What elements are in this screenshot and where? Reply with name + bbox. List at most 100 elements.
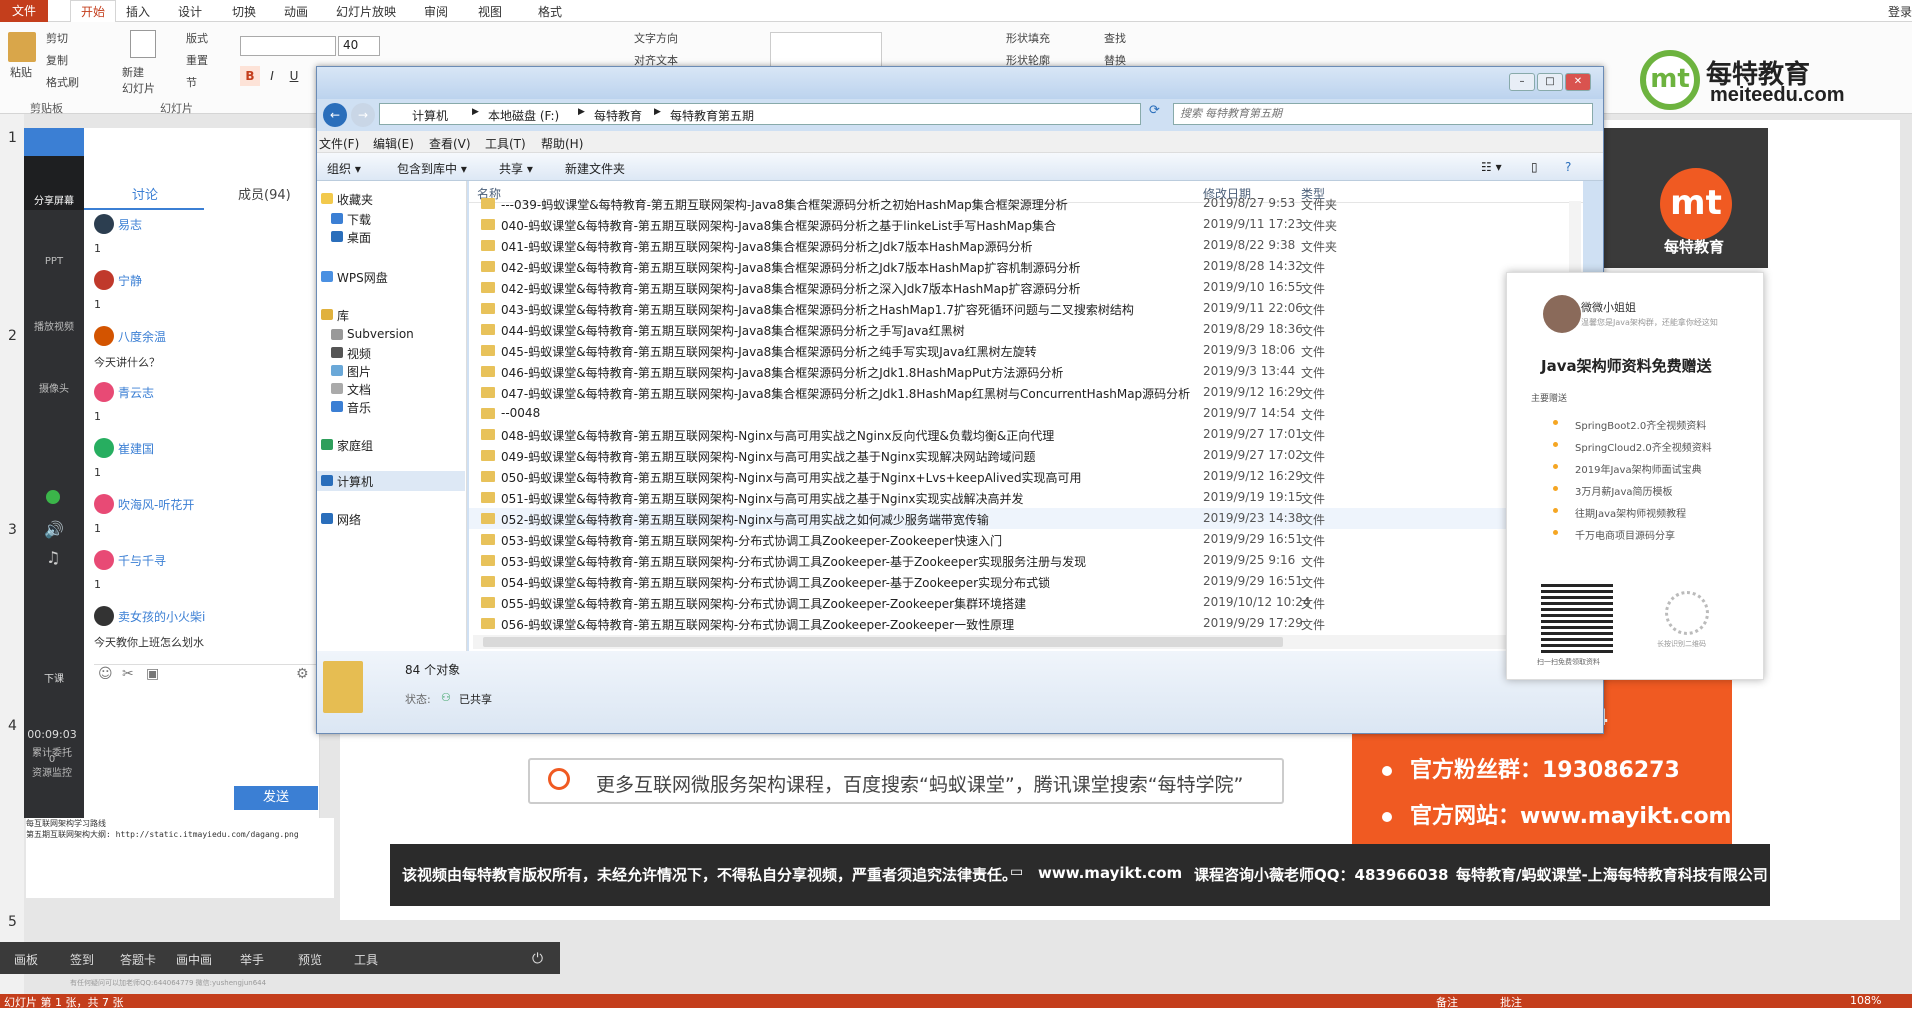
resource-monitor[interactable]: 资源监控 — [26, 764, 78, 779]
login-link[interactable]: 登录 — [1888, 3, 1912, 20]
scroll-thumb[interactable] — [483, 637, 1283, 647]
italic-button[interactable]: I — [262, 66, 282, 86]
sidebar-label[interactable]: 播放视频 — [28, 318, 80, 333]
new-slide-button[interactable]: 新建 幻灯片 — [122, 64, 155, 96]
breadcrumb-item[interactable]: 计算机 — [412, 107, 448, 124]
font-size-select[interactable]: 40 — [338, 36, 380, 56]
message-author[interactable]: 卖女孩的小火柴i — [118, 608, 205, 625]
speaker-icon[interactable]: 🔊 — [44, 520, 64, 539]
font-name-select[interactable] — [240, 36, 336, 56]
image-icon[interactable]: ▣ — [146, 666, 159, 682]
underline-button[interactable]: U — [284, 66, 304, 86]
nav-music[interactable]: 音乐 — [347, 399, 371, 416]
breadcrumb-item[interactable]: 每特教育第五期 — [670, 107, 754, 124]
nav-computer[interactable]: 计算机 — [337, 473, 373, 490]
tab-format[interactable]: 格式 — [538, 3, 562, 20]
zoom-level[interactable]: 108% — [1850, 994, 1881, 1007]
nav-library[interactable]: 库 — [337, 307, 349, 324]
view-options-icon[interactable]: ☷ ▾ — [1481, 160, 1502, 174]
bold-button[interactable]: B — [240, 66, 260, 86]
minimize-button[interactable]: – — [1509, 73, 1535, 91]
nav-subversion[interactable]: Subversion — [347, 327, 414, 341]
fingerprint-icon[interactable] — [1665, 591, 1709, 635]
paste-icon[interactable] — [8, 32, 36, 62]
nav-download[interactable]: 下载 — [347, 211, 371, 228]
file-row[interactable]: 041-蚂蚁课堂&每特教育-第五期互联网架构-Java8集合框架源码分析之Jdk… — [469, 235, 1583, 256]
file-row[interactable]: 056-蚂蚁课堂&每特教育-第五期互联网架构-分布式协调工具Zookeeper-… — [469, 613, 1583, 634]
tab-home[interactable]: 开始 — [70, 0, 117, 23]
menu-help[interactable]: 帮助(H) — [541, 135, 583, 152]
tab-transitions[interactable]: 切换 — [232, 3, 256, 20]
tab-members[interactable]: 成员(94) — [238, 184, 291, 203]
forward-icon[interactable]: → — [351, 103, 375, 127]
help-icon[interactable]: ? — [1565, 160, 1571, 174]
power-icon[interactable]: ⏻ — [532, 951, 543, 967]
file-row[interactable]: 052-蚂蚁课堂&每特教育-第五期互联网架构-Nginx与高可用实战之如何减少服… — [469, 508, 1583, 529]
tab-review[interactable]: 审阅 — [424, 3, 448, 20]
new-slide-icon[interactable] — [130, 30, 156, 58]
raise-hand-button[interactable]: 举手 — [240, 951, 264, 968]
text-direction-button[interactable]: 文字方向 — [634, 30, 678, 46]
tab-design[interactable]: 设计 — [178, 3, 202, 20]
file-row[interactable]: 053-蚂蚁课堂&每特教育-第五期互联网架构-分布式协调工具Zookeeper-… — [469, 529, 1583, 550]
file-row[interactable]: 042-蚂蚁课堂&每特教育-第五期互联网架构-Java8集合框架源码分析之深入J… — [469, 277, 1583, 298]
menu-view[interactable]: 查看(V) — [429, 135, 471, 152]
file-row[interactable]: 051-蚂蚁课堂&每特教育-第五期互联网架构-Nginx与高可用实战之基于Ngi… — [469, 487, 1583, 508]
reset-button[interactable]: 重置 — [186, 52, 208, 68]
pip-button[interactable]: 画中画 — [176, 951, 212, 968]
preview-button[interactable]: 预览 — [298, 951, 322, 968]
end-class-button[interactable]: 下课 — [28, 670, 80, 685]
file-row[interactable]: 045-蚂蚁课堂&每特教育-第五期互联网架构-Java8集合框架源码分析之纯手写… — [469, 340, 1583, 361]
microphone-icon[interactable] — [46, 490, 60, 504]
chat-input[interactable] — [94, 690, 318, 780]
file-row[interactable]: 050-蚂蚁课堂&每特教育-第五期互联网架构-Nginx与高可用实战之基于Ngi… — [469, 466, 1583, 487]
slide-number[interactable]: 4 — [8, 718, 17, 734]
preview-pane-icon[interactable]: ▯ — [1531, 160, 1538, 174]
copy-button[interactable]: 复制 — [46, 52, 68, 68]
whiteboard-button[interactable]: 画板 — [14, 951, 38, 968]
refresh-icon[interactable]: ⟳ — [1149, 103, 1167, 125]
tab-animations[interactable]: 动画 — [284, 3, 308, 20]
music-icon[interactable]: ♫ — [46, 548, 60, 567]
settings-icon[interactable]: ⚙ — [296, 666, 309, 682]
message-author[interactable]: 青云志 — [118, 384, 154, 401]
share-button[interactable]: 共享 ▾ — [499, 160, 533, 177]
address-bar[interactable]: 计算机 ▶ 本地磁盘 (F:) ▶ 每特教育 ▶ 每特教育第五期 — [379, 103, 1141, 125]
tab-slideshow[interactable]: 幻灯片放映 — [336, 3, 396, 20]
slide-number[interactable]: 3 — [8, 522, 17, 538]
maximize-button[interactable]: □ — [1537, 73, 1563, 91]
answer-card-button[interactable]: 答题卡 — [120, 951, 156, 968]
search-input[interactable] — [1173, 103, 1593, 125]
message-author[interactable]: 崔建国 — [118, 440, 154, 457]
file-row[interactable]: 049-蚂蚁课堂&每特教育-第五期互联网架构-Nginx与高可用实战之基于Ngi… — [469, 445, 1583, 466]
paste-button[interactable]: 粘贴 — [10, 64, 32, 80]
message-author[interactable]: 吹海风-听花开 — [118, 496, 194, 513]
slide-number[interactable]: 2 — [8, 328, 17, 344]
sidebar-label[interactable]: 摄像头 — [28, 380, 80, 395]
format-painter-button[interactable]: 格式刷 — [46, 74, 79, 90]
nav-pictures[interactable]: 图片 — [347, 363, 371, 380]
nav-favorites[interactable]: 收藏夹 — [337, 191, 373, 208]
signin-button[interactable]: 签到 — [70, 951, 94, 968]
send-button[interactable]: 发送 — [234, 786, 318, 810]
file-row[interactable]: 048-蚂蚁课堂&每特教育-第五期互联网架构-Nginx与高可用实战之Nginx… — [469, 424, 1583, 445]
slide-number[interactable]: 5 — [8, 914, 17, 930]
back-icon[interactable]: ← — [323, 103, 347, 127]
horizontal-scrollbar[interactable] — [473, 635, 1567, 649]
message-author[interactable]: 易志 — [118, 216, 142, 233]
tab-file[interactable]: 文件 — [0, 0, 48, 22]
include-library-button[interactable]: 包含到库中 ▾ — [397, 160, 467, 177]
section-button[interactable]: 节 — [186, 74, 197, 90]
menu-edit[interactable]: 编辑(E) — [373, 135, 414, 152]
layout-button[interactable]: 版式 — [186, 30, 208, 46]
breadcrumb-item[interactable]: 本地磁盘 (F:) — [488, 107, 559, 124]
nav-desktop[interactable]: 桌面 — [347, 229, 371, 246]
scissors-icon[interactable]: ✂ — [122, 666, 134, 682]
nav-homegroup[interactable]: 家庭组 — [337, 437, 373, 454]
tab-insert[interactable]: 插入 — [126, 3, 150, 20]
cut-button[interactable]: 剪切 — [46, 30, 68, 46]
nav-documents[interactable]: 文档 — [347, 381, 371, 398]
close-button[interactable]: ✕ — [1565, 73, 1591, 91]
find-button[interactable]: 查找 — [1104, 30, 1126, 46]
file-row[interactable]: 047-蚂蚁课堂&每特教育-第五期互联网架构-Java8集合框架源码分析之Jdk… — [469, 382, 1583, 403]
